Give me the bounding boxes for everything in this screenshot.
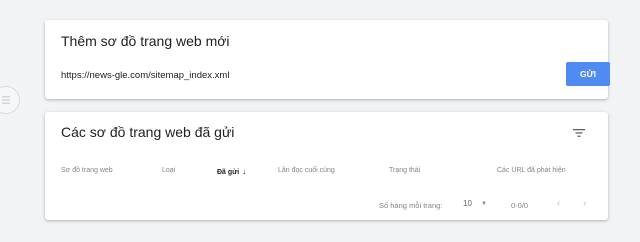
column-header-discovered-urls[interactable]: Các URL đã phát hiện bbox=[497, 167, 566, 174]
caret-down-icon: ▼ bbox=[481, 201, 487, 207]
column-header-submitted-label: Đã gửi bbox=[217, 169, 240, 176]
rows-per-page-value: 10 bbox=[463, 199, 472, 208]
submitted-sitemaps-card: Các sơ đồ trang web đã gửi Sơ đồ trang w… bbox=[45, 112, 608, 220]
rows-per-page-label: Số hàng mỗi trang: bbox=[379, 201, 443, 210]
chevron-right-icon[interactable]: › bbox=[583, 198, 586, 209]
submit-button[interactable]: GỬI bbox=[566, 62, 610, 86]
column-header-submitted[interactable]: Đã gửi ↓ bbox=[217, 167, 246, 176]
column-header-last-read[interactable]: Lần đọc cuối cùng bbox=[278, 167, 335, 174]
sitemap-url-input[interactable] bbox=[61, 66, 541, 84]
column-header-status[interactable]: Trạng thái bbox=[389, 167, 420, 174]
submitted-sitemaps-title: Các sơ đồ trang web đã gửi bbox=[61, 124, 235, 140]
add-sitemap-card: Thêm sơ đồ trang web mới GỬI bbox=[45, 20, 610, 99]
add-sitemap-title: Thêm sơ đồ trang web mới bbox=[61, 33, 230, 49]
rows-per-page-select[interactable]: 10 ▼ bbox=[463, 199, 497, 211]
column-header-sitemap[interactable]: Sơ đồ trang web bbox=[61, 167, 113, 174]
arrow-down-icon: ↓ bbox=[242, 167, 247, 176]
column-header-type[interactable]: Loại bbox=[162, 167, 175, 174]
menu-circle-icon[interactable] bbox=[0, 86, 20, 114]
filter-icon[interactable] bbox=[572, 126, 586, 138]
pagination-range: 0-0/0 bbox=[511, 201, 529, 210]
chevron-left-icon[interactable]: ‹ bbox=[557, 198, 560, 209]
